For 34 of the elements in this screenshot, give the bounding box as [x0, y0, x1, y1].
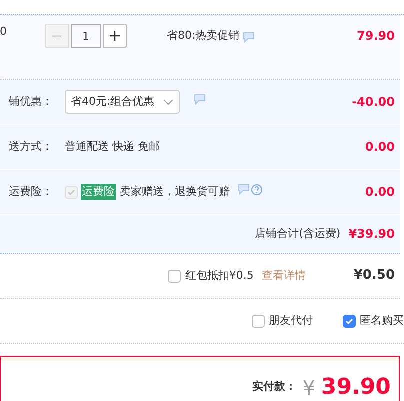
fee-amount: 0.00: [365, 139, 395, 156]
comment-icon[interactable]: [194, 94, 206, 105]
voucher-label: 红包抵扣¥0.5: [185, 268, 254, 284]
promo-text: 省80:热卖促销: [167, 28, 240, 44]
plus-button[interactable]: +: [103, 24, 127, 48]
option-label: 朋友代付: [269, 312, 313, 329]
discount-select[interactable]: 省40元:组合优惠: [65, 90, 180, 114]
store-total-label: 店铺合计(含运费): [255, 226, 341, 242]
option-label: 匿名购买: [360, 312, 404, 329]
comment-icon[interactable]: [242, 32, 255, 43]
insurance-tag: 运费险: [81, 184, 116, 200]
fee-label: 铺优惠：: [8, 94, 54, 110]
check-icon: [67, 188, 76, 196]
option-checkbox[interactable]: [252, 314, 265, 328]
comment-icon[interactable]: [238, 184, 250, 195]
check-icon: [345, 316, 354, 326]
option-checkbox[interactable]: [343, 314, 356, 328]
pay-amount: 39.90: [321, 374, 391, 401]
fee-amount: -40.00: [352, 94, 395, 111]
price-text: 0: [0, 24, 8, 40]
store-total-amount: ¥39.90: [348, 226, 395, 243]
subtotal-text: 79.90: [357, 28, 395, 45]
fee-label: 运费险：: [8, 184, 54, 200]
quantity-field[interactable]: 1: [71, 24, 101, 48]
chevron-icon: [162, 98, 174, 106]
shipping-text: 普通配送 快递 免邮: [65, 138, 160, 155]
currency-sign: ¥: [302, 374, 316, 401]
voucher-checkbox[interactable]: [168, 270, 182, 282]
voucher-amount: ¥0.50: [354, 267, 395, 286]
fee-amount: 0.00: [365, 184, 395, 201]
insurance-text: 卖家赠送，退换货可赔: [120, 184, 230, 200]
fee-label: 送方式：: [8, 138, 54, 155]
pay-label: 实付款：: [252, 379, 297, 396]
help-icon[interactable]: [251, 184, 263, 196]
